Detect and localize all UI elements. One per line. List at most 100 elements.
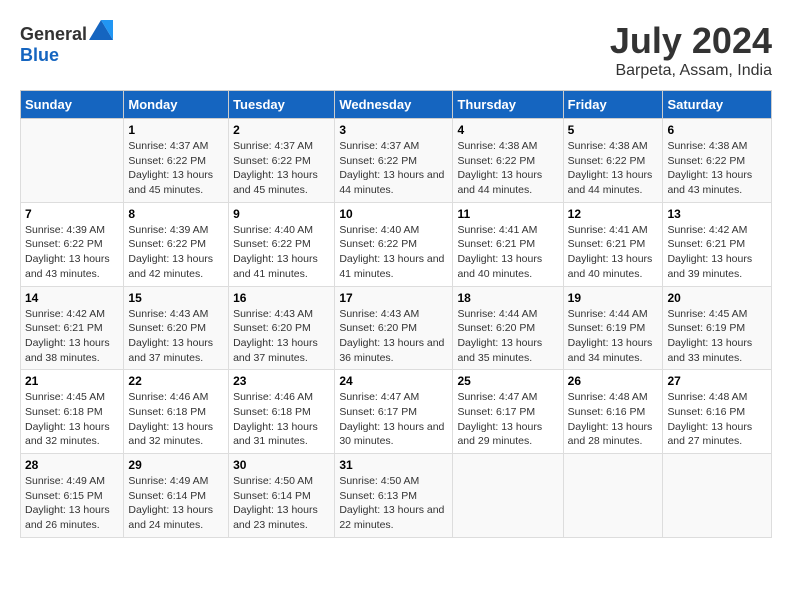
day-detail: Sunrise: 4:42 AMSunset: 6:21 PMDaylight:… [25,307,119,366]
day-detail: Sunrise: 4:41 AMSunset: 6:21 PMDaylight:… [457,223,558,282]
day-number: 13 [667,207,767,221]
day-number: 7 [25,207,119,221]
calendar-cell: 4 Sunrise: 4:38 AMSunset: 6:22 PMDaylight… [453,119,563,203]
day-number: 30 [233,458,330,472]
calendar-cell: 23 Sunrise: 4:46 AMSunset: 6:18 PMDayligh… [229,370,335,454]
day-number: 18 [457,291,558,305]
calendar-week-row: 21 Sunrise: 4:45 AMSunset: 6:18 PMDayligh… [21,370,772,454]
calendar-cell [563,454,663,538]
day-number: 21 [25,374,119,388]
calendar-cell: 25Sunrise: 4:47 AMSunset: 6:17 PMDayligh… [453,370,563,454]
day-detail: Sunrise: 4:45 AMSunset: 6:19 PMDaylight:… [667,307,767,366]
calendar-cell: 26Sunrise: 4:48 AMSunset: 6:16 PMDayligh… [563,370,663,454]
day-number: 28 [25,458,119,472]
day-number: 16 [233,291,330,305]
calendar-cell: 19Sunrise: 4:44 AMSunset: 6:19 PMDayligh… [563,286,663,370]
day-number: 24 [339,374,448,388]
day-number: 22 [128,374,224,388]
calendar-week-row: 14 Sunrise: 4:42 AMSunset: 6:21 PMDayligh… [21,286,772,370]
day-number: 11 [457,207,558,221]
calendar-cell [21,119,124,203]
day-number: 3 [339,123,448,137]
calendar-body: 1 Sunrise: 4:37 AMSunset: 6:22 PMDaylight… [21,119,772,538]
day-number: 10 [339,207,448,221]
logo-general: General [20,24,87,44]
day-number: 25 [457,374,558,388]
day-number: 29 [128,458,224,472]
calendar-cell: 12Sunrise: 4:41 AMSunset: 6:21 PMDayligh… [563,202,663,286]
calendar-week-row: 7 Sunrise: 4:39 AMSunset: 6:22 PMDaylight… [21,202,772,286]
day-number: 20 [667,291,767,305]
day-detail: Sunrise: 4:37 AMSunset: 6:22 PMDaylight:… [339,139,448,198]
calendar-cell: 22Sunrise: 4:46 AMSunset: 6:18 PMDayligh… [124,370,229,454]
calendar-cell: 9 Sunrise: 4:40 AMSunset: 6:22 PMDaylight… [229,202,335,286]
calendar-week-row: 1 Sunrise: 4:37 AMSunset: 6:22 PMDaylight… [21,119,772,203]
day-detail: Sunrise: 4:43 AMSunset: 6:20 PMDaylight:… [128,307,224,366]
page-header: General Blue July 2024 Barpeta, Assam, I… [20,20,772,80]
logo-blue: Blue [20,45,59,65]
day-detail: Sunrise: 4:39 AMSunset: 6:22 PMDaylight:… [25,223,119,282]
day-number: 23 [233,374,330,388]
day-number: 31 [339,458,448,472]
calendar-cell: 6 Sunrise: 4:38 AMSunset: 6:22 PMDaylight… [663,119,772,203]
calendar-header: SundayMondayTuesdayWednesdayThursdayFrid… [21,91,772,119]
day-number: 14 [25,291,119,305]
calendar-cell: 29 Sunrise: 4:49 AMSunset: 6:14 PMDayligh… [124,454,229,538]
calendar-cell: 18 Sunrise: 4:44 AMSunset: 6:20 PMDayligh… [453,286,563,370]
calendar-cell: 7 Sunrise: 4:39 AMSunset: 6:22 PMDaylight… [21,202,124,286]
day-number: 4 [457,123,558,137]
calendar-cell: 20 Sunrise: 4:45 AMSunset: 6:19 PMDayligh… [663,286,772,370]
header-day: Wednesday [335,91,453,119]
day-detail: Sunrise: 4:37 AMSunset: 6:22 PMDaylight:… [233,139,330,198]
calendar-cell [453,454,563,538]
main-title: July 2024 [610,20,772,62]
day-detail: Sunrise: 4:38 AMSunset: 6:22 PMDaylight:… [457,139,558,198]
day-number: 27 [667,374,767,388]
day-detail: Sunrise: 4:37 AMSunset: 6:22 PMDaylight:… [128,139,224,198]
day-number: 15 [128,291,224,305]
day-detail: Sunrise: 4:38 AMSunset: 6:22 PMDaylight:… [667,139,767,198]
day-detail: Sunrise: 4:44 AMSunset: 6:20 PMDaylight:… [457,307,558,366]
calendar-cell: 17 Sunrise: 4:43 AMSunset: 6:20 PMDayligh… [335,286,453,370]
title-block: July 2024 Barpeta, Assam, India [610,20,772,80]
logo-icon [89,20,113,40]
day-number: 5 [568,123,659,137]
day-detail: Sunrise: 4:43 AMSunset: 6:20 PMDaylight:… [339,307,448,366]
day-detail: Sunrise: 4:44 AMSunset: 6:19 PMDaylight:… [568,307,659,366]
calendar-cell: 28Sunrise: 4:49 AMSunset: 6:15 PMDayligh… [21,454,124,538]
day-detail: Sunrise: 4:41 AMSunset: 6:21 PMDaylight:… [568,223,659,282]
day-detail: Sunrise: 4:49 AMSunset: 6:14 PMDaylight:… [128,474,224,533]
calendar-cell [663,454,772,538]
subtitle: Barpeta, Assam, India [610,62,772,80]
calendar-cell: 8 Sunrise: 4:39 AMSunset: 6:22 PMDaylight… [124,202,229,286]
calendar-cell: 30Sunrise: 4:50 AMSunset: 6:14 PMDayligh… [229,454,335,538]
calendar-cell: 24Sunrise: 4:47 AMSunset: 6:17 PMDayligh… [335,370,453,454]
header-day: Tuesday [229,91,335,119]
calendar-cell: 31Sunrise: 4:50 AMSunset: 6:13 PMDayligh… [335,454,453,538]
day-number: 1 [128,123,224,137]
day-detail: Sunrise: 4:48 AMSunset: 6:16 PMDaylight:… [568,390,659,449]
day-detail: Sunrise: 4:45 AMSunset: 6:18 PMDaylight:… [25,390,119,449]
calendar-week-row: 28Sunrise: 4:49 AMSunset: 6:15 PMDayligh… [21,454,772,538]
day-number: 6 [667,123,767,137]
calendar-cell: 13Sunrise: 4:42 AMSunset: 6:21 PMDayligh… [663,202,772,286]
calendar-cell: 1 Sunrise: 4:37 AMSunset: 6:22 PMDaylight… [124,119,229,203]
day-detail: Sunrise: 4:43 AMSunset: 6:20 PMDaylight:… [233,307,330,366]
day-detail: Sunrise: 4:40 AMSunset: 6:22 PMDaylight:… [233,223,330,282]
day-number: 9 [233,207,330,221]
day-number: 8 [128,207,224,221]
day-detail: Sunrise: 4:39 AMSunset: 6:22 PMDaylight:… [128,223,224,282]
header-row: SundayMondayTuesdayWednesdayThursdayFrid… [21,91,772,119]
day-number: 2 [233,123,330,137]
calendar-cell: 15 Sunrise: 4:43 AMSunset: 6:20 PMDayligh… [124,286,229,370]
calendar-cell: 3 Sunrise: 4:37 AMSunset: 6:22 PMDaylight… [335,119,453,203]
day-detail: Sunrise: 4:46 AMSunset: 6:18 PMDaylight:… [233,390,330,449]
calendar-cell: 11 Sunrise: 4:41 AMSunset: 6:21 PMDayligh… [453,202,563,286]
calendar-cell: 14 Sunrise: 4:42 AMSunset: 6:21 PMDayligh… [21,286,124,370]
day-number: 17 [339,291,448,305]
calendar-table: SundayMondayTuesdayWednesdayThursdayFrid… [20,90,772,538]
calendar-cell: 27Sunrise: 4:48 AMSunset: 6:16 PMDayligh… [663,370,772,454]
calendar-cell: 5 Sunrise: 4:38 AMSunset: 6:22 PMDaylight… [563,119,663,203]
day-detail: Sunrise: 4:38 AMSunset: 6:22 PMDaylight:… [568,139,659,198]
calendar-cell: 16 Sunrise: 4:43 AMSunset: 6:20 PMDayligh… [229,286,335,370]
